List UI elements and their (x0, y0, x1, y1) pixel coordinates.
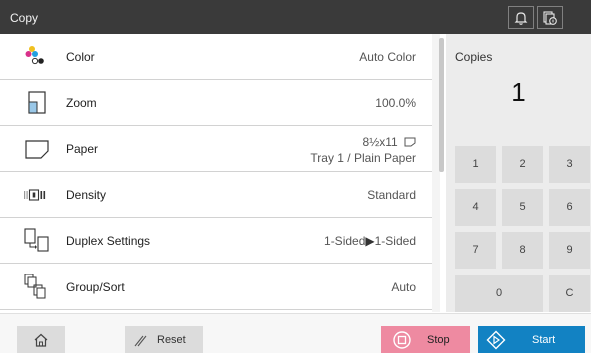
density-icon (24, 189, 46, 201)
color-mode-icon (25, 46, 44, 65)
setting-value: Standard (367, 188, 416, 202)
screen-title: Copy (10, 11, 39, 25)
settings-list: Color Auto Color Zoom 100.0% Paper 8½x11… (0, 34, 440, 312)
setting-label: Zoom (66, 96, 97, 110)
setting-label: Paper (66, 142, 99, 156)
start-icon (486, 330, 506, 350)
keypad-key-3[interactable]: 3 (549, 146, 590, 183)
home-button[interactable] (17, 326, 65, 353)
start-label: Start (532, 334, 556, 346)
setting-row-group-sort[interactable]: Group/Sort Auto (0, 264, 432, 310)
duplex-arrow-icon: ▶ (365, 234, 375, 248)
setting-value: 100.0% (375, 96, 416, 110)
home-icon (34, 333, 48, 347)
keypad-key-9[interactable]: 9 (549, 232, 590, 269)
notification-button[interactable] (508, 6, 534, 29)
reset-label: Reset (157, 334, 186, 346)
setting-row-duplex[interactable]: Duplex Settings 1-Sided▶1-Sided (0, 218, 432, 264)
keypad-key-0[interactable]: 0 (455, 275, 543, 312)
keypad-key-6[interactable]: 6 (549, 189, 590, 226)
copies-panel: Copies 1 1 2 3 4 5 6 7 8 9 0 C (446, 34, 591, 312)
copies-count: 1 (511, 77, 526, 107)
setting-value: Auto (391, 280, 416, 294)
setting-value: Auto Color (359, 50, 416, 64)
keypad-key-7[interactable]: 7 (455, 232, 496, 269)
bell-icon (514, 12, 528, 25)
copies-label: Copies (455, 50, 493, 64)
job-status-button[interactable] (537, 6, 563, 29)
stop-label: Stop (427, 334, 450, 346)
job-status-icon (543, 11, 557, 25)
stop-button[interactable]: Stop (381, 326, 470, 353)
keypad-key-4[interactable]: 4 (455, 189, 496, 226)
paper-icon (25, 140, 49, 159)
zoom-icon (28, 91, 46, 114)
keypad-key-5[interactable]: 5 (502, 189, 543, 226)
setting-row-density[interactable]: Density Standard (0, 172, 432, 218)
setting-label: Density (66, 188, 107, 202)
scrollbar-thumb[interactable] (439, 38, 444, 172)
paper-tray-value: Tray 1 / Plain Paper (310, 151, 416, 165)
reset-button[interactable]: Reset (125, 326, 203, 353)
paper-orientation-icon (404, 137, 416, 147)
title-bar: Copy (0, 0, 591, 34)
bottom-bar: Reset Stop Start (0, 313, 591, 353)
duplex-icon (24, 228, 49, 252)
setting-row-color[interactable]: Color Auto Color (0, 34, 432, 80)
setting-row-zoom[interactable]: Zoom 100.0% (0, 80, 432, 126)
duplex-source-value: 1-Sided (324, 234, 366, 248)
start-button[interactable]: Start (478, 326, 585, 353)
stop-icon (393, 331, 411, 349)
setting-label: Color (66, 50, 95, 64)
keypad-key-1[interactable]: 1 (455, 146, 496, 183)
setting-row-paper[interactable]: Paper 8½x11 Tray 1 / Plain Paper (0, 126, 432, 172)
duplex-target-value: 1-Sided (374, 234, 416, 248)
setting-label: Group/Sort (66, 280, 125, 294)
setting-label: Duplex Settings (66, 234, 151, 248)
keypad-key-clear[interactable]: C (549, 275, 590, 312)
keypad-key-8[interactable]: 8 (502, 232, 543, 269)
reset-icon (134, 335, 147, 347)
paper-size-value: 8½x11 (362, 135, 398, 149)
group-sort-icon (24, 274, 46, 299)
keypad-key-2[interactable]: 2 (502, 146, 543, 183)
